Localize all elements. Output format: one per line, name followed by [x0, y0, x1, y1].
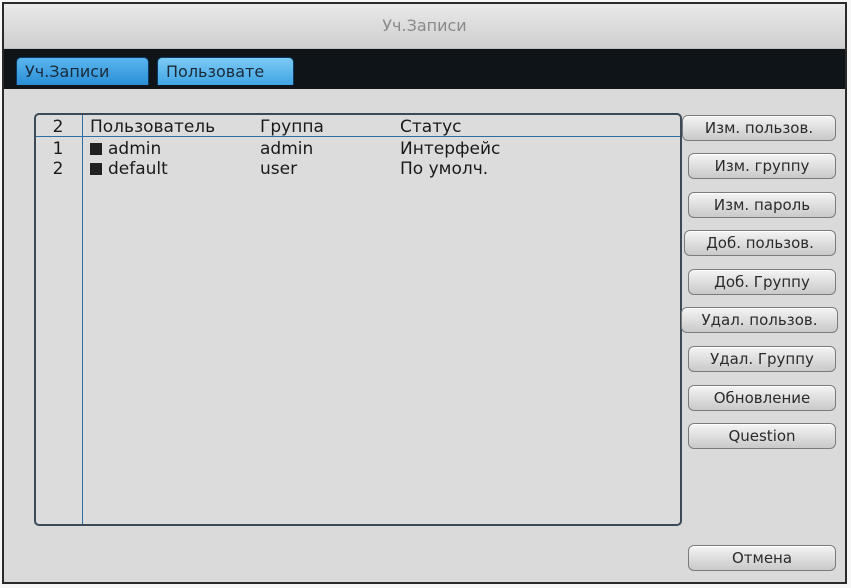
- user-name: default: [108, 159, 168, 179]
- user-accounts-dialog: Уч.Записи Уч.Записи Пользовате 2 Пользов…: [2, 2, 847, 584]
- user-name: admin: [108, 139, 162, 159]
- column-divider: [82, 115, 83, 524]
- table-row-group: admin: [260, 139, 314, 159]
- table-row-status: По умолч.: [400, 159, 489, 179]
- header-group: Группа: [260, 117, 324, 137]
- delete-user-button[interactable]: Удал. пользов.: [681, 307, 838, 333]
- table-row-status: Интерфейс: [400, 139, 501, 159]
- table-row-group: user: [260, 159, 298, 179]
- header-user: Пользователь: [90, 117, 216, 137]
- table-row-index: 1: [52, 139, 64, 159]
- delete-group-button[interactable]: Удал. Группу: [688, 346, 836, 372]
- tab-users[interactable]: Пользовате: [157, 57, 294, 85]
- table-row-index: 2: [52, 159, 64, 179]
- edit-group-button[interactable]: Изм. группу: [688, 153, 836, 179]
- row-checkbox[interactable]: [90, 143, 102, 155]
- add-group-button[interactable]: Доб. Группу: [688, 269, 836, 295]
- row-count: 2: [52, 117, 64, 137]
- question-button[interactable]: Question: [688, 423, 836, 449]
- users-table: 2 Пользователь Группа Статус 1 admin adm…: [34, 113, 682, 526]
- tab-strip: Уч.Записи Пользовате: [4, 49, 845, 89]
- edit-user-button[interactable]: Изм. пользов.: [682, 115, 836, 141]
- table-row-user[interactable]: default: [90, 159, 168, 179]
- header-status: Статус: [400, 117, 462, 137]
- row-checkbox[interactable]: [90, 163, 102, 175]
- tab-accounts[interactable]: Уч.Записи: [16, 57, 149, 85]
- refresh-button[interactable]: Обновление: [688, 385, 836, 411]
- dialog-title: Уч.Записи: [4, 4, 845, 49]
- tab-content: 2 Пользователь Группа Статус 1 admin adm…: [4, 89, 845, 582]
- add-user-button[interactable]: Доб. пользов.: [684, 230, 836, 256]
- cancel-button[interactable]: Отмена: [688, 545, 836, 571]
- table-row-user[interactable]: admin: [90, 139, 161, 159]
- edit-password-button[interactable]: Изм. пароль: [688, 192, 836, 218]
